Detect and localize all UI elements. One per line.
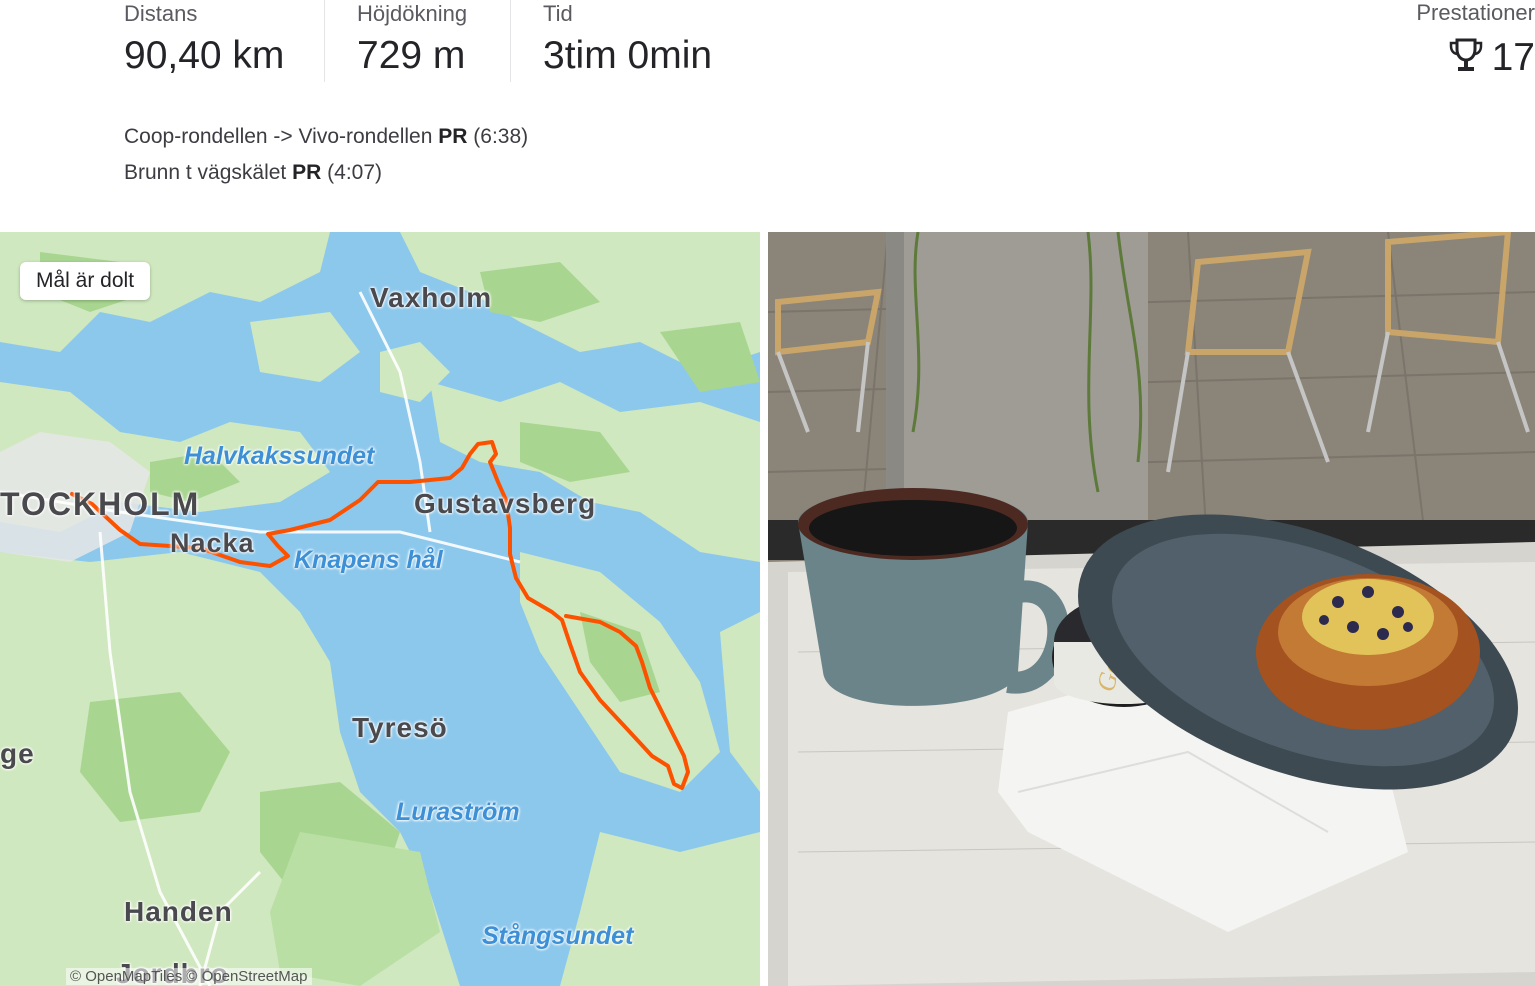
map-canvas	[0, 232, 760, 986]
achievements-label: Prestationer	[1416, 0, 1535, 25]
map-label-handen: Handen	[124, 896, 233, 927]
map-label-nacka: Nacka	[170, 528, 255, 558]
map-label-tyreso: Tyresö	[352, 712, 448, 743]
segment-row[interactable]: Coop-rondellen -> Vivo-rondellen PR (6:3…	[124, 119, 528, 155]
hidden-finish-badge: Mål är dolt	[20, 262, 151, 300]
achievements-count: 17	[1491, 36, 1535, 79]
stat-value: 3tim 0min	[543, 34, 713, 77]
activity-photo[interactable]: General	[768, 232, 1535, 986]
segment-time: (4:07)	[327, 161, 382, 184]
segment-name[interactable]: Brunn t vägskälet	[124, 161, 286, 184]
segment-row[interactable]: Brunn t vägskälet PR (4:07)	[124, 155, 528, 191]
map-label-knapens-hal: Knapens hål	[294, 546, 443, 574]
trophy-icon	[1448, 37, 1484, 80]
pr-badge: PR	[438, 125, 468, 148]
stat-distance: Distans 90,40 km	[124, 0, 314, 84]
stat-divider	[324, 0, 325, 82]
map-label-halvkakssundet: Halvkakssundet	[184, 442, 375, 470]
map-label-gustavsberg: Gustavsberg	[414, 488, 597, 519]
stat-value: 90,40 km	[124, 34, 285, 77]
achievements[interactable]: Prestationer 17	[1395, 0, 1535, 84]
map-label-lurastrom: Luraström	[396, 798, 520, 826]
segment-time: (6:38)	[473, 125, 529, 148]
route-map[interactable]: Mål är dolt Vaxholm TOCKHOLM Nacka Gusta…	[0, 232, 760, 986]
pr-badge: PR	[292, 161, 322, 184]
map-label-stangsundet: Stångsundet	[482, 922, 634, 950]
map-label-vaxholm: Vaxholm	[370, 282, 493, 313]
stat-label: Tid	[543, 1, 573, 26]
activity-stats: Distans 90,40 km Höjdökning 729 m Tid 3t…	[0, 0, 1535, 90]
stat-label: Höjdökning	[357, 1, 468, 26]
stat-elevation: Höjdökning 729 m	[357, 0, 497, 84]
stat-time: Tid 3tim 0min	[543, 0, 743, 84]
stat-value: 729 m	[357, 34, 466, 77]
segment-name[interactable]: Coop-rondellen -> Vivo-rondellen	[124, 125, 432, 148]
map-label-stockholm: TOCKHOLM	[0, 486, 201, 522]
photo-image: General	[768, 232, 1535, 986]
segment-list: Coop-rondellen -> Vivo-rondellen PR (6:3…	[124, 119, 528, 191]
map-attribution[interactable]: © OpenMapTiles © OpenStreetMap	[66, 968, 312, 985]
map-label-edge: ge	[0, 738, 35, 769]
achievements-count-row: 17	[1448, 34, 1535, 82]
stat-label: Distans	[124, 1, 198, 26]
stat-divider	[510, 0, 511, 82]
